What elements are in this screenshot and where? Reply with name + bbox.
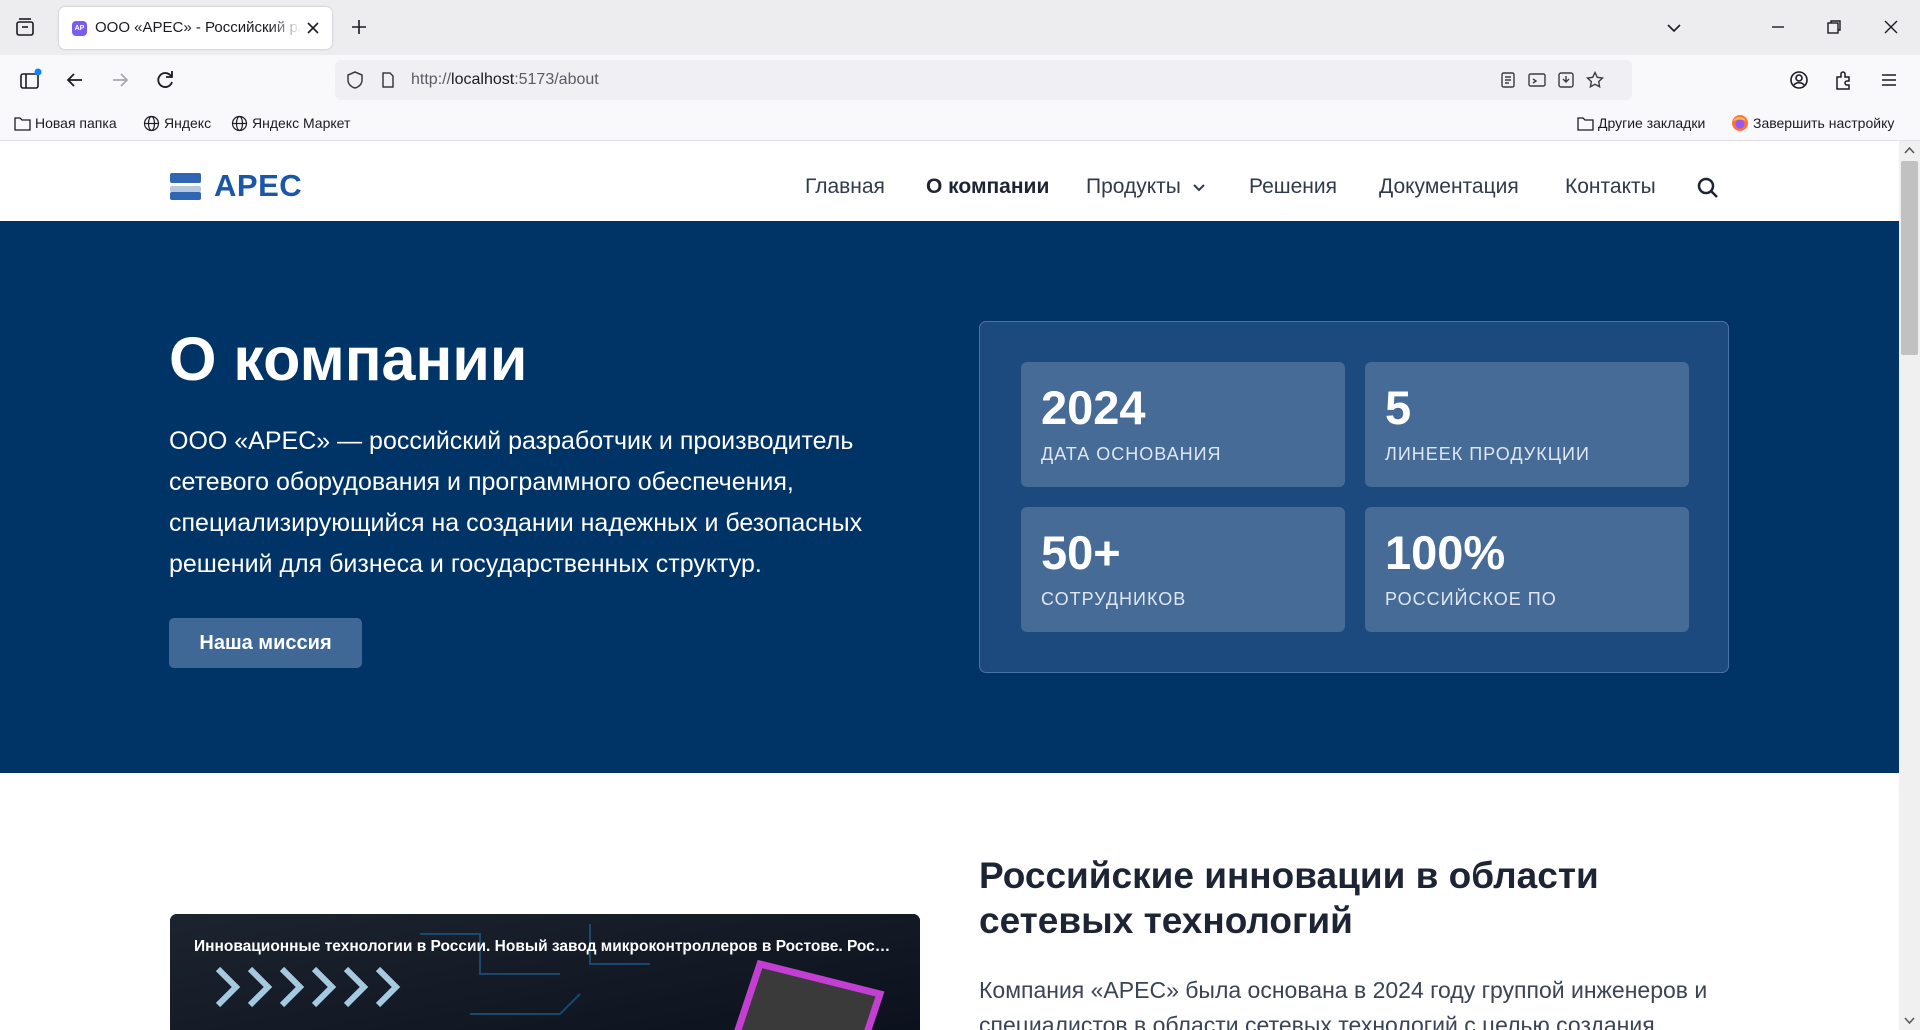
scroll-down-arrow-icon[interactable] (1904, 1015, 1915, 1026)
bookmarks-toolbar: Новая папка Яндекс Яндекс Маркет Другие … (0, 105, 1920, 141)
tracking-protection-shield-icon[interactable] (344, 69, 366, 91)
globe-icon (231, 115, 248, 131)
app-menu-hamburger-icon[interactable] (1876, 67, 1902, 93)
address-bar[interactable]: http://localhost:5173/about (335, 60, 1632, 100)
folder-icon (14, 116, 31, 131)
back-arrow-icon[interactable] (62, 67, 88, 93)
picture-in-picture-icon[interactable] (1527, 70, 1547, 90)
stat-value: 100% (1385, 526, 1506, 579)
close-window-icon[interactable] (1880, 16, 1902, 38)
forward-arrow-icon[interactable] (107, 67, 133, 93)
stat-value: 2024 (1041, 381, 1146, 434)
new-tab-icon[interactable] (348, 16, 370, 38)
stat-value: 5 (1385, 381, 1412, 434)
globe-icon (143, 115, 160, 131)
stat-value: 50+ (1041, 526, 1121, 579)
page-viewport: АРЕС Главная О компании Продукты Решения… (0, 141, 1899, 1030)
reader-view-icon[interactable] (1498, 70, 1518, 90)
folder-icon (1577, 116, 1594, 131)
page-title: О компании (169, 325, 528, 393)
browser-navigation-bar: http://localhost:5173/about (0, 55, 1920, 105)
section-title: Российские инновации в области сетевых т… (979, 855, 1599, 941)
reload-icon[interactable] (152, 67, 178, 93)
browser-tab-active[interactable]: АР ООО «АРЕС» - Российский разработчик (59, 7, 332, 49)
bookmark-yandex[interactable]: Яндекс (143, 113, 211, 133)
nav-link-products[interactable]: Продукты (1086, 175, 1207, 199)
site-header: АРЕС Главная О компании Продукты Решения… (0, 141, 1899, 221)
stat-label: РОССИЙСКОЕ ПО (1385, 589, 1557, 609)
bookmark-star-icon[interactable] (1585, 70, 1605, 90)
search-icon[interactable] (1695, 175, 1721, 201)
page-scrollbar[interactable] (1899, 141, 1920, 1030)
video-thumbnail-image (170, 914, 920, 1030)
hero-description: ООО «АРЕС» — российский разработчик и пр… (169, 427, 863, 578)
nav-products-label: Продукты (1086, 175, 1181, 198)
scroll-up-arrow-icon[interactable] (1904, 145, 1915, 156)
extensions-puzzle-icon[interactable] (1831, 67, 1857, 93)
url-text[interactable]: http://localhost:5173/about (411, 71, 599, 89)
our-mission-button[interactable]: Наша миссия (169, 618, 362, 668)
nav-link-solutions[interactable]: Решения (1249, 175, 1337, 199)
page-info-icon[interactable] (378, 70, 398, 90)
list-all-tabs-chevron-icon[interactable] (1663, 17, 1685, 39)
browser-tab-bar: АР ООО «АРЕС» - Российский разработчик (0, 0, 1920, 55)
bookmark-finish-setup[interactable]: Завершить настройку (1731, 113, 1894, 133)
stat-card-product-lines: 5 ЛИНЕЕК ПРОДУКЦИИ (1365, 362, 1689, 487)
tab-title: ООО «АРЕС» - Российский разработчик (95, 19, 301, 36)
restore-window-icon[interactable] (1823, 16, 1845, 38)
hero-section: О компании ООО «АРЕС» — российский разра… (0, 221, 1899, 773)
minimize-window-icon[interactable] (1767, 16, 1789, 38)
logo-mark-icon (170, 172, 201, 200)
stat-card-founded: 2024 ДАТА ОСНОВАНИЯ (1021, 362, 1345, 487)
embedded-video-player[interactable]: Инновационные технологии в России. Новый… (170, 914, 920, 1030)
site-favicon-icon: АР (72, 21, 87, 36)
sidebar-toggle-icon[interactable] (17, 67, 43, 93)
logo-text: АРЕС (214, 168, 303, 203)
firefox-logo-icon (1732, 115, 1748, 131)
bookmark-new-folder[interactable]: Новая папка (14, 113, 117, 133)
site-logo[interactable]: АРЕС (170, 168, 302, 204)
nav-link-contacts[interactable]: Контакты (1565, 175, 1656, 199)
stat-card-russian-software: 100% РОССИЙСКОЕ ПО (1365, 507, 1689, 632)
video-title[interactable]: Инновационные технологии в России. Новый… (194, 938, 894, 956)
account-icon[interactable] (1786, 67, 1812, 93)
tab-list-icon[interactable] (12, 15, 38, 41)
bookmark-other-bookmarks[interactable]: Другие закладки (1577, 113, 1705, 133)
stat-label: ЛИНЕЕК ПРОДУКЦИИ (1385, 444, 1590, 464)
nav-link-home[interactable]: Главная (805, 175, 885, 199)
stat-card-employees: 50+ СОТРУДНИКОВ (1021, 507, 1345, 632)
nav-link-about[interactable]: О компании (926, 175, 1049, 199)
stat-label: ДАТА ОСНОВАНИЯ (1041, 444, 1222, 464)
stat-label: СОТРУДНИКОВ (1041, 589, 1187, 609)
scrollbar-thumb[interactable] (1901, 161, 1918, 355)
chevron-down-icon (1193, 184, 1205, 192)
close-tab-icon[interactable] (304, 19, 322, 37)
bookmark-yandex-market[interactable]: Яндекс Маркет (231, 113, 350, 133)
section-paragraph: Компания «АРЕС» была основана в 2024 год… (979, 977, 1708, 1030)
nav-link-documentation[interactable]: Документация (1379, 175, 1519, 199)
about-section: Инновационные технологии в России. Новый… (0, 773, 1899, 1030)
save-to-pocket-icon[interactable] (1556, 70, 1576, 90)
company-stats-panel: 2024 ДАТА ОСНОВАНИЯ 5 ЛИНЕЕК ПРОДУКЦИИ 5… (979, 321, 1729, 673)
